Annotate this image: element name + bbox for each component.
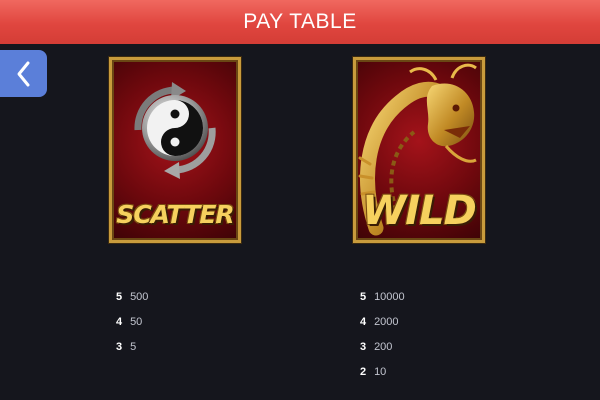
scatter-symbol-label: SCATTER: [116, 200, 234, 229]
payout-amount: 5: [130, 341, 137, 353]
payout-amount: 10: [374, 366, 387, 378]
payout-count: 5: [116, 291, 123, 303]
payout-row: 4 2000: [360, 313, 405, 338]
wild-symbol-label: WILD: [362, 188, 477, 234]
wild-payout-list: 5 10000 4 2000 3 200 2 10: [360, 288, 405, 388]
scatter-symbol: SCATTER: [109, 57, 241, 243]
chevron-left-icon: [17, 61, 29, 86]
payout-amount: 200: [374, 341, 393, 353]
payout-row: 3 5: [116, 338, 148, 363]
back-button[interactable]: [0, 50, 47, 97]
wild-symbol: WILD: [353, 57, 485, 243]
page-title: PAY TABLE: [243, 10, 357, 33]
payout-row: 4 50: [116, 313, 148, 338]
scatter-payout-list: 5 500 4 50 3 5: [116, 288, 148, 363]
payout-row: 5 10000: [360, 288, 405, 313]
payout-row: 5 500: [116, 288, 148, 313]
payout-count: 5: [360, 291, 367, 303]
payout-count: 3: [116, 341, 123, 353]
header-bar: PAY TABLE: [0, 0, 600, 44]
payout-count: 4: [116, 316, 123, 328]
payout-amount: 2000: [374, 316, 399, 328]
payout-row: 3 200: [360, 338, 405, 363]
payout-row: 2 10: [360, 363, 405, 388]
payout-count: 3: [360, 341, 367, 353]
payout-amount: 10000: [374, 291, 405, 303]
payout-amount: 500: [130, 291, 149, 303]
payout-amount: 50: [130, 316, 143, 328]
payout-count: 2: [360, 366, 367, 378]
paytable-screen: PAY TABLE SCATTER WILD 5 500 4 50 3 5 5 …: [0, 0, 600, 400]
payout-count: 4: [360, 316, 367, 328]
